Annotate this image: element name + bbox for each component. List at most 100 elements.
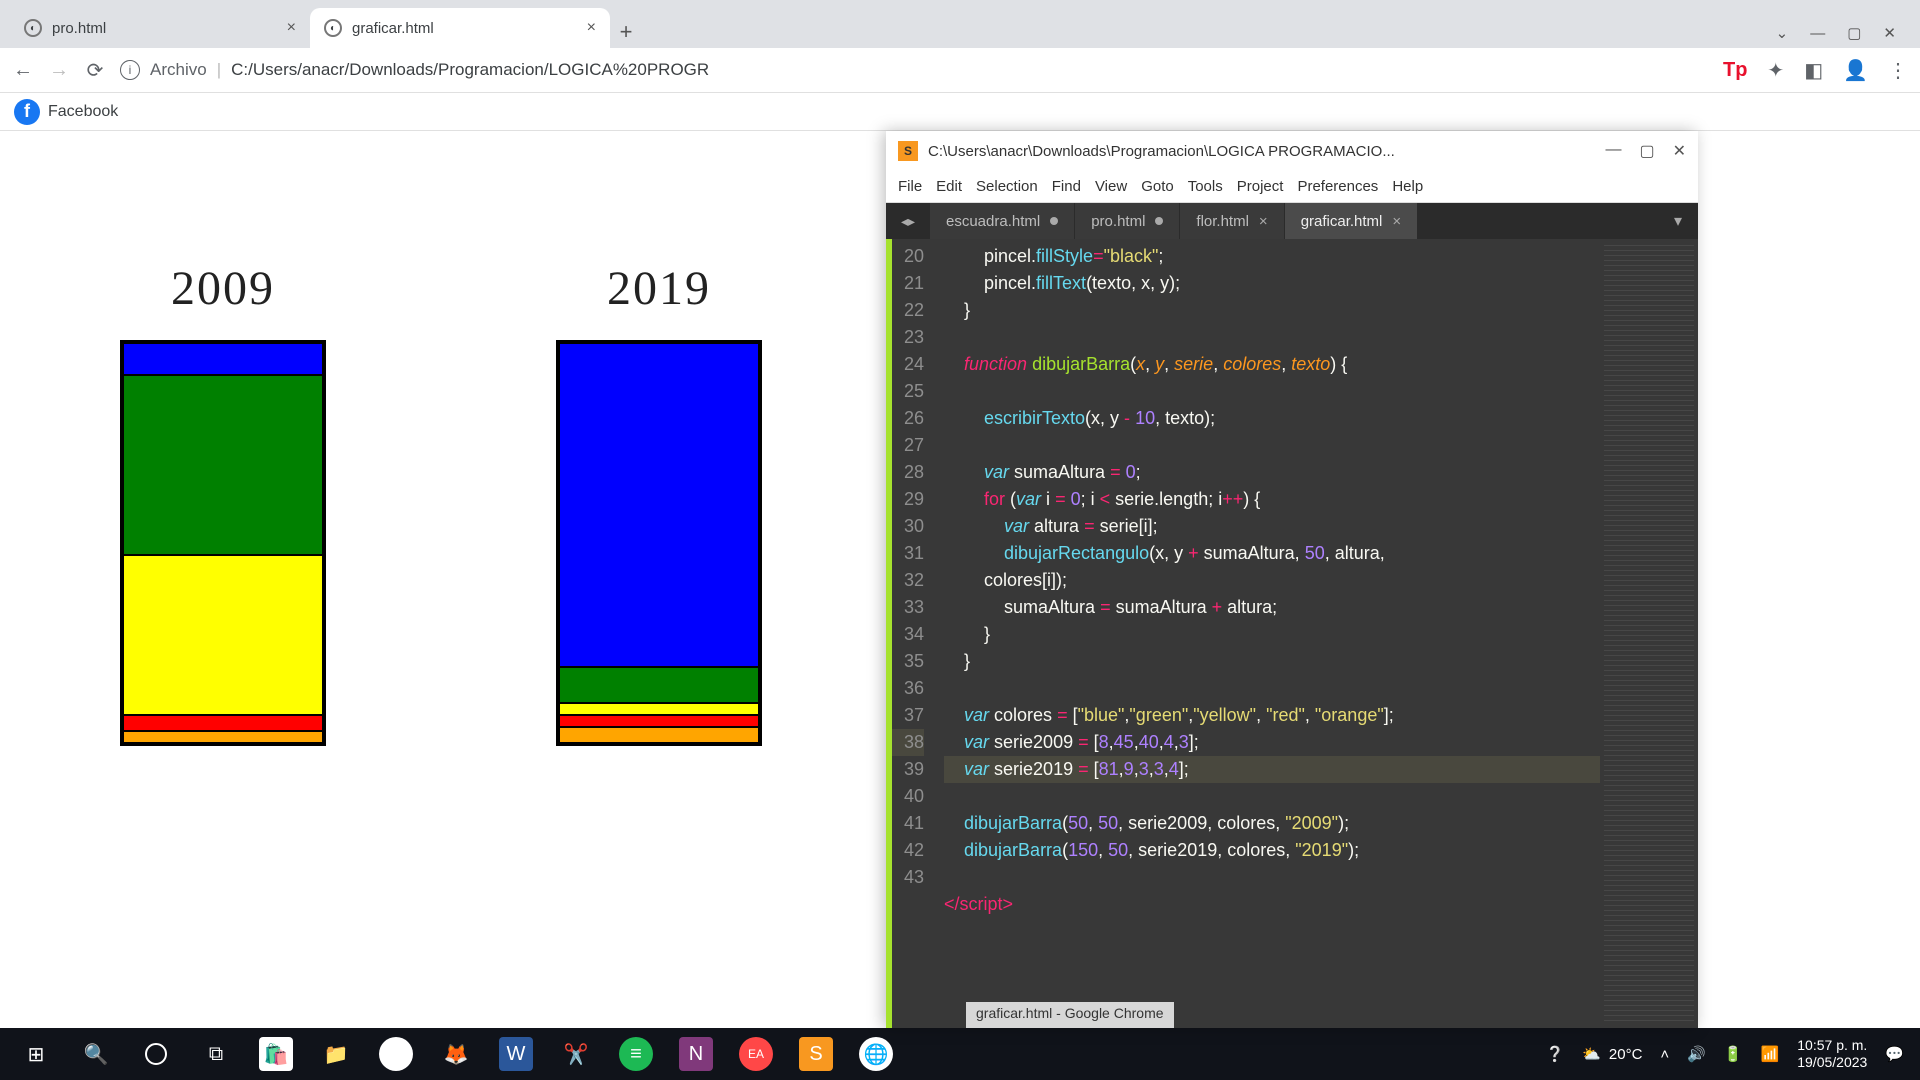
- chrome-profile-icon[interactable]: G: [366, 1028, 426, 1080]
- address-bar[interactable]: i Archivo | C:/Users/anacr/Downloads/Pro…: [120, 60, 709, 80]
- spotify-icon[interactable]: ≡: [606, 1028, 666, 1080]
- chevron-down-icon[interactable]: ⌄: [1776, 24, 1789, 42]
- close-icon[interactable]: ×: [1392, 213, 1401, 230]
- chrome-toolbar: ← → ⟳ i Archivo | C:/Users/anacr/Downloa…: [0, 48, 1920, 93]
- globe-icon: ◐: [24, 19, 42, 37]
- globe-icon: ◐: [324, 19, 342, 37]
- editor-tab-flor-html[interactable]: flor.html×: [1180, 203, 1284, 239]
- bar-segment-yellow: [559, 703, 759, 715]
- sublime-logo-icon: S: [898, 141, 918, 161]
- close-icon[interactable]: ✕: [1673, 141, 1686, 161]
- firefox-icon[interactable]: 🦊: [426, 1028, 486, 1080]
- menu-preferences[interactable]: Preferences: [1297, 178, 1378, 195]
- tab-pro[interactable]: ◐ pro.html ×: [10, 8, 310, 48]
- chevron-up-icon[interactable]: ˄: [1660, 1046, 1669, 1063]
- bookmarks-bar: f Facebook: [0, 93, 1920, 131]
- menu-help[interactable]: Help: [1392, 178, 1423, 195]
- word-icon[interactable]: W: [486, 1028, 546, 1080]
- editor-tab-graficar-html[interactable]: graficar.html×: [1285, 203, 1418, 239]
- menu-tools[interactable]: Tools: [1188, 178, 1223, 195]
- sublime-editor: 2021222324252627282930313233343536373839…: [886, 239, 1698, 1028]
- bar-segment-green: [559, 667, 759, 703]
- menu-goto[interactable]: Goto: [1141, 178, 1174, 195]
- minimap[interactable]: [1604, 245, 1694, 1022]
- editor-tab-pro-html[interactable]: pro.html: [1075, 203, 1180, 239]
- onenote-icon[interactable]: N: [666, 1028, 726, 1080]
- maximize-icon[interactable]: ▢: [1639, 141, 1654, 161]
- menu-selection[interactable]: Selection: [976, 178, 1038, 195]
- chrome-tab-strip: ◐ pro.html × ◐ graficar.html × + ⌄ — ▢ ✕: [0, 0, 1920, 48]
- clock[interactable]: 10:57 p. m. 19/05/2023: [1797, 1037, 1867, 1071]
- bar-label: 2009: [171, 261, 275, 316]
- new-tab-button[interactable]: +: [610, 16, 642, 48]
- help-tray-icon[interactable]: ❔: [1546, 1045, 1565, 1063]
- dirty-dot-icon: [1155, 217, 1163, 225]
- sublime-taskbar-icon[interactable]: S: [786, 1028, 846, 1080]
- extension-tp-icon[interactable]: Tp: [1723, 59, 1747, 82]
- file-explorer-icon[interactable]: 📁: [306, 1028, 366, 1080]
- code-area[interactable]: pincel.fillStyle="black"; pincel.fillTex…: [932, 239, 1600, 1028]
- menu-file[interactable]: File: [898, 178, 922, 195]
- sublime-titlebar[interactable]: S C:\Users\anacr\Downloads\Programacion\…: [886, 131, 1698, 171]
- line-number-gutter: 2021222324252627282930313233343536373839…: [892, 239, 932, 1028]
- weather-widget[interactable]: ⛅ 20°C: [1582, 1045, 1642, 1063]
- bar-segment-yellow: [123, 555, 323, 715]
- close-icon[interactable]: ✕: [1883, 24, 1896, 42]
- menu-view[interactable]: View: [1095, 178, 1127, 195]
- editor-tab-escuadra-html[interactable]: escuadra.html: [930, 203, 1075, 239]
- bar-segment-green: [123, 375, 323, 555]
- forward-icon[interactable]: →: [48, 59, 70, 82]
- chart-canvas: 20092019: [120, 261, 762, 746]
- page-content: 20092019 S C:\Users\anacr\Downloads\Prog…: [0, 131, 1920, 1028]
- profile-avatar-icon[interactable]: 👤: [1843, 58, 1868, 83]
- sublime-menubar: File Edit Selection Find View Goto Tools Projec…: [886, 171, 1698, 203]
- back-icon[interactable]: ←: [12, 59, 34, 82]
- bar-segment-orange: [123, 731, 323, 743]
- cortana-icon[interactable]: [126, 1028, 186, 1080]
- bar-segment-red: [123, 715, 323, 731]
- tab-title: graficar.html: [352, 20, 434, 37]
- ea-icon[interactable]: EA: [726, 1028, 786, 1080]
- tab-scroll-arrows[interactable]: ◂▸: [886, 203, 930, 239]
- maximize-icon[interactable]: ▢: [1847, 24, 1861, 42]
- address-path: C:/Users/anacr/Downloads/Programacion/LO…: [231, 60, 709, 80]
- close-icon[interactable]: ×: [587, 19, 596, 37]
- chrome-taskbar-icon[interactable]: 🌐: [846, 1028, 906, 1080]
- windows-taskbar: ⊞ 🔍 ⧉ 🛍️ 📁 G 🦊 W ✂️ ≡ N EA S 🌐 ❔ ⛅ 20°C …: [0, 1028, 1920, 1080]
- sublime-tab-strip: ◂▸ escuadra.htmlpro.htmlflor.html×grafic…: [886, 203, 1698, 239]
- info-icon[interactable]: i: [120, 60, 140, 80]
- bar-segment-red: [559, 715, 759, 727]
- snip-icon[interactable]: ✂️: [546, 1028, 606, 1080]
- volume-icon[interactable]: 🔊: [1687, 1045, 1706, 1063]
- facebook-icon[interactable]: f: [14, 99, 40, 125]
- kebab-menu-icon[interactable]: ⋮: [1888, 58, 1908, 83]
- close-icon[interactable]: ×: [1259, 213, 1268, 230]
- bookmark-facebook[interactable]: Facebook: [48, 103, 118, 121]
- sublime-status-overlay: graficar.html - Google Chrome: [966, 1002, 1174, 1028]
- system-tray: ❔ ⛅ 20°C ˄ 🔊 🔋 📶 10:57 p. m. 19/05/2023 …: [1546, 1037, 1914, 1071]
- tab-title: pro.html: [52, 20, 106, 37]
- battery-icon[interactable]: 🔋: [1724, 1045, 1743, 1063]
- bar-segment-blue: [559, 343, 759, 667]
- menu-project[interactable]: Project: [1237, 178, 1284, 195]
- sidepanel-icon[interactable]: ◧: [1804, 58, 1823, 83]
- close-icon[interactable]: ×: [287, 19, 296, 37]
- tab-graficar[interactable]: ◐ graficar.html ×: [310, 8, 610, 48]
- search-icon[interactable]: 🔍: [66, 1028, 126, 1080]
- wifi-icon[interactable]: 📶: [1761, 1045, 1780, 1063]
- minimize-icon[interactable]: —: [1810, 25, 1825, 42]
- address-prefix: Archivo: [150, 60, 207, 80]
- sublime-window: S C:\Users\anacr\Downloads\Programacion\…: [886, 131, 1698, 1028]
- minimize-icon[interactable]: —: [1605, 141, 1621, 161]
- bar-stack: [556, 340, 762, 746]
- menu-find[interactable]: Find: [1052, 178, 1081, 195]
- tab-overflow-icon[interactable]: ▾: [1658, 203, 1698, 239]
- menu-edit[interactable]: Edit: [936, 178, 962, 195]
- extensions-icon[interactable]: ✦: [1767, 58, 1784, 83]
- ms-store-icon[interactable]: 🛍️: [246, 1028, 306, 1080]
- task-view-icon[interactable]: ⧉: [186, 1028, 246, 1080]
- start-button[interactable]: ⊞: [6, 1028, 66, 1080]
- notifications-icon[interactable]: 💬: [1885, 1045, 1904, 1063]
- sublime-title: C:\Users\anacr\Downloads\Programacion\LO…: [928, 143, 1595, 160]
- reload-icon[interactable]: ⟳: [84, 58, 106, 83]
